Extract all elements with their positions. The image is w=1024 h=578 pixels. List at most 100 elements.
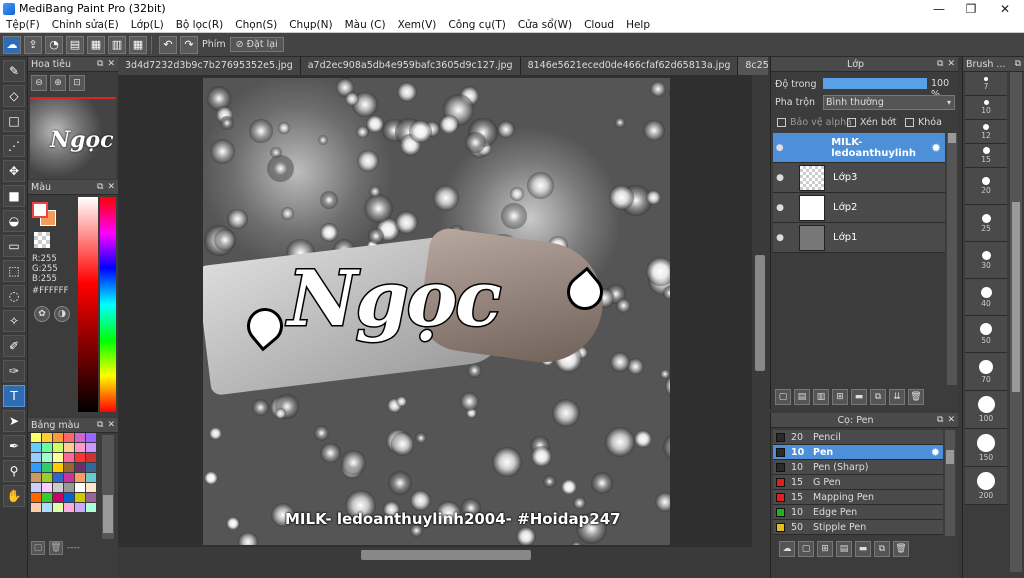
color-swap-icon[interactable]: ◑: [54, 306, 70, 322]
palette-swatch[interactable]: [86, 483, 96, 492]
color-wheel-icon[interactable]: ✿: [34, 306, 50, 322]
palette-swatch[interactable]: [42, 493, 52, 502]
palette-swatch[interactable]: [31, 503, 41, 512]
palette-swatch[interactable]: [64, 483, 74, 492]
popout-icon[interactable]: ⧉: [1015, 59, 1021, 69]
undo-icon[interactable]: ↶: [159, 35, 177, 54]
palette-swatch[interactable]: [86, 463, 96, 472]
palette-swatch[interactable]: [53, 483, 63, 492]
menu-snap[interactable]: Chụp(N): [283, 19, 338, 31]
canvas[interactable]: Ngọc MILK- ledoanthuylinh2004- #Hoidap24…: [203, 78, 670, 545]
visibility-icon[interactable]: ●: [773, 173, 787, 183]
text-tool-icon[interactable]: T: [3, 385, 25, 407]
add-layer-menu-icon[interactable]: ⊞: [832, 389, 848, 405]
palette-swatch[interactable]: [86, 493, 96, 502]
menu-tools[interactable]: Công cụ(T): [442, 19, 511, 31]
palette-swatch[interactable]: [64, 493, 74, 502]
blend-mode-select[interactable]: Bình thường ▾: [823, 95, 955, 110]
reset-button[interactable]: ⊘ Đặt lại: [229, 37, 284, 52]
palette-swatch[interactable]: [53, 473, 63, 482]
canvas-vertical-scrollbar[interactable]: [752, 75, 768, 547]
palette-swatch[interactable]: [75, 503, 85, 512]
menu-window[interactable]: Cửa sổ(W): [512, 19, 578, 31]
palette-swatch[interactable]: [53, 443, 63, 452]
brush-row[interactable]: 20 Pencil: [773, 430, 943, 445]
palette-swatch[interactable]: [53, 453, 63, 462]
menu-filter[interactable]: Bộ lọc(R): [170, 19, 230, 31]
menu-layer[interactable]: Lớp(L): [125, 19, 170, 31]
close-panel-icon[interactable]: ✕: [107, 182, 115, 192]
menu-cloud[interactable]: Cloud: [578, 19, 620, 31]
brush-size-item[interactable]: 30: [965, 242, 1007, 279]
menu-select[interactable]: Chọn(S): [229, 19, 283, 31]
tab-doc-4[interactable]: 8c257be6874e9429a3d183170f88a049.jpg: [738, 57, 768, 75]
duplicate-brush-icon[interactable]: ⧉: [874, 541, 890, 557]
brush-row[interactable]: 10 Pen (Sharp): [773, 460, 943, 475]
grid-icon[interactable]: ▦: [129, 35, 147, 54]
brush-size-item[interactable]: 200: [965, 467, 1007, 505]
close-panel-icon[interactable]: ✕: [107, 59, 115, 69]
palette-swatch[interactable]: [86, 503, 96, 512]
palette-swatch[interactable]: [75, 433, 85, 442]
add-brush-menu-icon[interactable]: ⊞: [817, 541, 833, 557]
brush-size-item[interactable]: 20: [965, 168, 1007, 205]
dot-tool-icon[interactable]: ⋰: [3, 135, 25, 157]
comment-icon[interactable]: ◔: [45, 35, 63, 54]
brush-size-item[interactable]: 100: [965, 391, 1007, 429]
close-panel-icon[interactable]: ✕: [947, 59, 955, 69]
magic-wand-tool-icon[interactable]: ✧: [3, 310, 25, 332]
palette-swatch[interactable]: [42, 503, 52, 512]
layer-row[interactable]: ● Lớp1: [773, 223, 945, 253]
popout-icon[interactable]: ⧉: [937, 59, 943, 69]
page-icon[interactable]: ▦: [87, 35, 105, 54]
brush-size-scroll-thumb[interactable]: [1012, 202, 1020, 392]
canvas-vscroll-thumb[interactable]: [755, 255, 765, 371]
new-palette-icon[interactable]: ▢: [31, 541, 45, 555]
brush-size-item[interactable]: 50: [965, 316, 1007, 353]
zoom-in-icon[interactable]: ⊕: [50, 75, 66, 91]
gear-icon[interactable]: ✹: [931, 141, 941, 155]
palette-swatch[interactable]: [31, 443, 41, 452]
bucket-tool-icon[interactable]: ◒: [3, 210, 25, 232]
layer-row[interactable]: ● Lớp3: [773, 163, 945, 193]
pages-icon[interactable]: ▥: [108, 35, 126, 54]
palette-scrollbar[interactable]: [102, 435, 114, 539]
foreground-color[interactable]: [32, 202, 48, 218]
hand-tool-icon[interactable]: ✋: [3, 485, 25, 507]
operation-tool-icon[interactable]: ➤: [3, 410, 25, 432]
redo-icon[interactable]: ↷: [180, 35, 198, 54]
rectangle-tool-icon[interactable]: □: [3, 110, 25, 132]
palette-swatch[interactable]: [75, 453, 85, 462]
layers-scroll-thumb[interactable]: [948, 133, 956, 143]
fill-rect-tool-icon[interactable]: ■: [3, 185, 25, 207]
palette-swatch[interactable]: [42, 433, 52, 442]
visibility-icon[interactable]: ●: [773, 203, 787, 213]
select-pen-tool-icon[interactable]: ✐: [3, 335, 25, 357]
palette-swatch[interactable]: [31, 493, 41, 502]
palette-swatch[interactable]: [42, 483, 52, 492]
brush-row[interactable]: 15 Mapping Pen: [773, 490, 943, 505]
palette-swatch[interactable]: [53, 433, 63, 442]
gear-icon[interactable]: ✹: [931, 446, 940, 459]
brush-folder-icon[interactable]: ▬: [855, 541, 871, 557]
chat-icon[interactable]: ▤: [66, 35, 84, 54]
tab-doc-3[interactable]: 8146e5621eced0de466cfaf62d65813a.jpg: [520, 57, 739, 75]
brush-size-item[interactable]: 70: [965, 353, 1007, 391]
brush-size-item[interactable]: 150: [965, 429, 1007, 467]
eraser-tool-icon[interactable]: ◇: [3, 85, 25, 107]
palette-swatch[interactable]: [75, 493, 85, 502]
palette-swatch[interactable]: [53, 503, 63, 512]
fit-icon[interactable]: ⊡: [69, 75, 85, 91]
menu-edit[interactable]: Chỉnh sửa(E): [46, 19, 125, 31]
hue-slider[interactable]: [100, 197, 116, 412]
palette-swatch[interactable]: [53, 493, 63, 502]
canvas-area[interactable]: Ngọc MILK- ledoanthuylinh2004- #Hoidap24…: [118, 75, 768, 547]
maximize-button[interactable]: ❐: [954, 0, 988, 17]
palette-swatch[interactable]: [42, 453, 52, 462]
brush-row[interactable]: 50 Stipple Pen: [773, 520, 943, 535]
lock-checkbox[interactable]: Khóa: [905, 117, 942, 128]
move-tool-icon[interactable]: ✥: [3, 160, 25, 182]
delete-brush-icon[interactable]: 🗑: [893, 541, 909, 557]
tab-doc-2[interactable]: a7d2ec908a5db4e959bafc3605d9c127.jpg: [300, 57, 521, 75]
new-layer-1bit-icon[interactable]: ▥: [813, 389, 829, 405]
